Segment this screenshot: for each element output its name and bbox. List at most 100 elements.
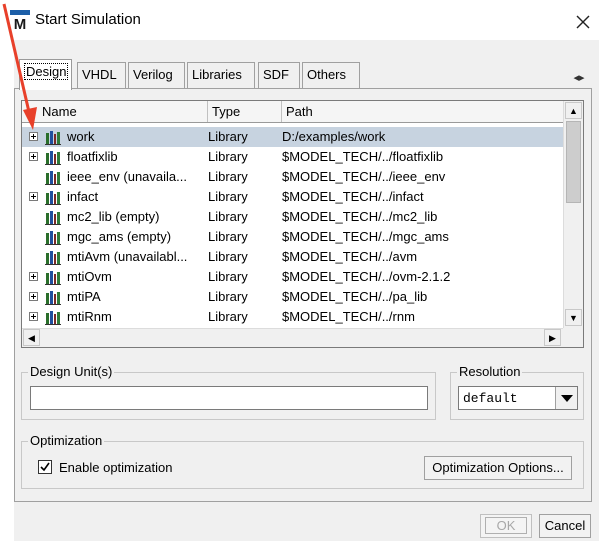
expand-icon[interactable] [29,292,38,301]
library-name-cell: mtiRnm [67,309,112,324]
vertical-scrollbar[interactable]: ▲ ▼ [563,101,583,328]
cancel-button[interactable]: Cancel [539,514,591,538]
library-books-icon [45,231,61,245]
library-name-cell: mgc_ams (empty) [67,229,172,244]
tab-sdf[interactable]: SDF [258,62,300,88]
checkmark-icon [40,462,50,472]
library-row[interactable]: mtiOvm Library $MODEL_TECH/../ovm-2.1.2 [22,267,563,287]
design-unit-input[interactable] [30,386,428,410]
horizontal-scrollbar[interactable]: ◀ ▶ [22,328,563,347]
library-name-cell: ieee_env (unavaila... [67,169,187,184]
optimization-options-button[interactable]: Optimization Options... [424,456,572,480]
library-name-cell: mtiAvm (unavailabl... [67,249,188,264]
window-title: Start Simulation [35,11,141,28]
library-name-cell: mtiPA [67,289,101,304]
dropdown-arrow-icon[interactable] [555,387,577,409]
library-books-icon [45,311,61,325]
library-name-cell: infact [67,189,99,204]
design-unit-label: Design Unit(s) [28,364,115,380]
library-type-cell: Library [208,149,248,164]
library-path-cell: D:/examples/work [282,129,386,144]
tab-design[interactable]: Design [19,59,72,90]
tab-label: SDF [263,67,289,82]
library-type-cell: Library [208,289,248,304]
tab-label: Design [24,63,69,80]
library-name-cell: mtiOvm [67,269,112,284]
library-path-cell: $MODEL_TECH/../pa_lib [282,289,428,304]
library-list[interactable]: Name Type Path work Library D:/examples/wo… [21,100,584,348]
library-books-icon [45,271,61,285]
library-name-cell: floatfixlib [67,149,118,164]
library-row[interactable]: mtiAvm (unavailabl... Library $MODEL_TECH/… [22,247,563,267]
close-icon[interactable] [570,8,596,34]
library-row[interactable]: floatfixlib Library $MODEL_TECH/../floatfi… [22,147,563,167]
library-books-icon [45,291,61,305]
library-books-icon [45,191,61,205]
tab-label: Libraries [192,67,242,82]
expand-icon[interactable] [29,152,38,161]
library-type-cell: Library [208,309,248,324]
library-path-cell: $MODEL_TECH/../floatfixlib [282,149,444,164]
library-books-icon [45,131,61,145]
scroll-up-icon[interactable]: ▲ [565,102,582,119]
expand-icon[interactable] [29,132,38,141]
tab-label: Verilog [133,67,173,82]
expand-icon[interactable] [29,312,38,321]
library-row[interactable]: mgc_ams (empty) Library $MODEL_TECH/../mgc… [22,227,563,247]
tab-libraries[interactable]: Libraries [187,62,255,88]
expand-icon[interactable] [29,192,38,201]
library-row[interactable]: mtiPA Library $MODEL_TECH/../pa_lib [22,287,563,307]
library-row[interactable]: infact Library $MODEL_TECH/../infact [22,187,563,207]
column-header-name[interactable]: Name [22,101,208,122]
optimization-label: Optimization [28,433,105,449]
library-books-icon [45,171,61,185]
resolution-select[interactable]: default [458,386,578,410]
tab-others[interactable]: Others [302,62,360,88]
scroll-thumb[interactable] [566,121,581,203]
library-path-cell: $MODEL_TECH/../ovm-2.1.2 [282,269,451,284]
list-header: Name Type Path [22,101,563,123]
window-edge [0,40,14,541]
tab-vhdl[interactable]: VHDL [77,62,126,88]
library-path-cell: $MODEL_TECH/../ieee_env [282,169,446,184]
library-type-cell: Library [208,169,248,184]
library-path-cell: $MODEL_TECH/../rnm [282,309,415,324]
library-type-cell: Library [208,269,248,284]
library-type-cell: Library [208,189,248,204]
enable-optimization-checkbox[interactable] [38,460,52,474]
library-books-icon [45,151,61,165]
column-header-path[interactable]: Path [282,101,563,122]
library-path-cell: $MODEL_TECH/../infact [282,189,424,204]
scroll-corner [563,328,583,347]
app-icon-letter: M [14,16,27,30]
library-name-cell: work [67,129,95,144]
scroll-down-icon[interactable]: ▼ [565,309,582,326]
library-path-cell: $MODEL_TECH/../avm [282,249,418,264]
library-path-cell: $MODEL_TECH/../mc2_lib [282,209,438,224]
ok-button-label: OK [484,517,528,534]
library-row[interactable]: ieee_env (unavaila... Library $MODEL_TECH/… [22,167,563,187]
library-type-cell: Library [208,229,248,244]
library-books-icon [45,251,61,265]
tab-scroll-arrows-icon[interactable]: ◂▸ [568,70,590,86]
resolution-value: default [463,391,518,406]
ok-button[interactable]: OK [480,514,532,538]
expand-icon[interactable] [29,272,38,281]
library-row[interactable]: mtiRnm Library $MODEL_TECH/../rnm [22,307,563,327]
library-type-cell: Library [208,249,248,264]
library-row[interactable]: work Library D:/examples/work [22,127,563,147]
library-row[interactable]: mc2_lib (empty) Library $MODEL_TECH/../mc2… [22,207,563,227]
tab-label: Others [307,67,347,82]
scroll-right-icon[interactable]: ▶ [544,329,561,346]
resolution-label: Resolution [457,364,523,380]
scroll-left-icon[interactable]: ◀ [23,329,40,346]
library-books-icon [45,211,61,225]
library-type-cell: Library [208,209,248,224]
library-name-cell: mc2_lib (empty) [67,209,160,224]
column-header-type[interactable]: Type [208,101,282,122]
enable-optimization-label[interactable]: Enable optimization [59,459,172,477]
library-path-cell: $MODEL_TECH/../mgc_ams [282,229,449,244]
tab-label: VHDL [82,67,117,82]
tab-verilog[interactable]: Verilog [128,62,185,88]
modelsim-app-icon: M [10,10,30,30]
